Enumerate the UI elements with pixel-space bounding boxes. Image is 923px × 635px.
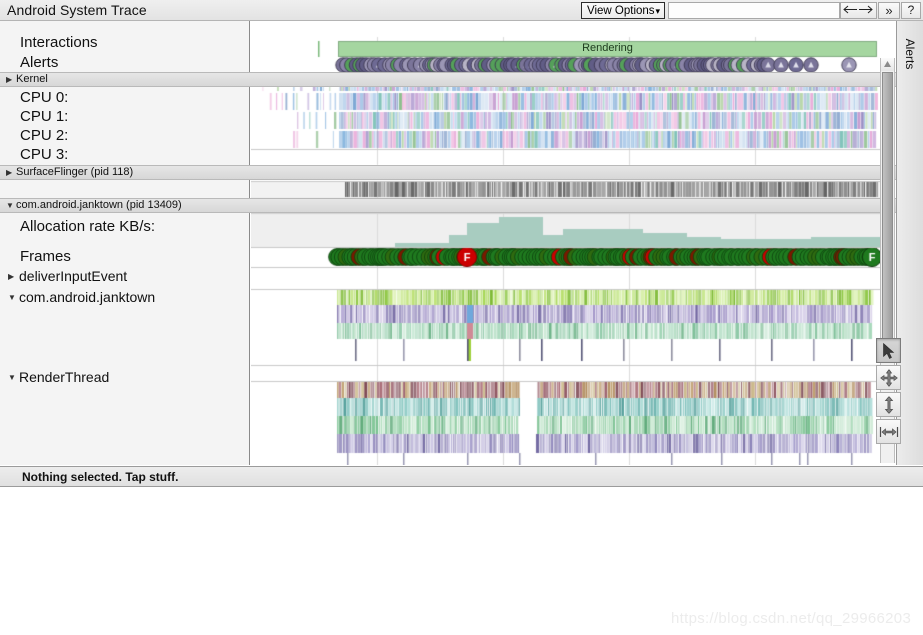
group-label-janktown: com.android.janktown (pid 13409) bbox=[16, 199, 182, 211]
left-right-arrow-icon bbox=[843, 5, 873, 14]
group-header-janktown[interactable]: ▼ com.android.janktown (pid 13409) bbox=[0, 198, 923, 213]
timeline-canvas[interactable] bbox=[251, 21, 880, 465]
expander-triangle-icon: ▶ bbox=[8, 272, 15, 281]
expander-triangle-icon: ▶ bbox=[6, 168, 13, 177]
scrollbar-thumb[interactable] bbox=[882, 72, 893, 357]
renderthread-text: RenderThread bbox=[19, 369, 110, 385]
janktown-thread-text: com.android.janktown bbox=[19, 289, 156, 305]
title-bar: Android System Trace View Options▾ » ? bbox=[0, 0, 923, 21]
group-label-surfaceflinger: SurfaceFlinger (pid 118) bbox=[16, 166, 134, 178]
page-title: Android System Trace bbox=[7, 2, 147, 18]
track-label-column bbox=[0, 21, 250, 465]
deliverinputevent-text: deliverInputEvent bbox=[19, 268, 128, 284]
status-message: Nothing selected. Tap stuff. bbox=[22, 470, 179, 484]
watermark-text: https://blog.csdn.net/qq_29966203 bbox=[671, 610, 912, 627]
cursor-arrow-icon bbox=[882, 342, 894, 359]
zoom-mode-button[interactable] bbox=[876, 392, 901, 417]
alerts-side-tab-label: Alerts bbox=[903, 38, 917, 70]
chevron-down-icon: ▾ bbox=[655, 6, 661, 16]
trace-area: 0 s1 s2 s3 s4 s5 s Interactions Alerts ▶… bbox=[0, 21, 923, 465]
scroll-up-arrow-icon[interactable] bbox=[881, 58, 894, 71]
track-label-renderthread[interactable]: ▼ RenderThread bbox=[0, 369, 258, 385]
search-input[interactable] bbox=[668, 2, 840, 19]
next-button[interactable]: » bbox=[878, 2, 900, 19]
track-label-cpu-1[interactable]: CPU 1: bbox=[0, 108, 270, 125]
status-bar: Nothing selected. Tap stuff. bbox=[0, 466, 923, 487]
expander-triangle-icon: ▼ bbox=[8, 373, 16, 382]
group-header-kernel[interactable]: ▶ Kernel bbox=[0, 72, 923, 87]
four-way-arrow-icon bbox=[880, 369, 897, 386]
nav-arrows-button[interactable] bbox=[840, 2, 877, 19]
expander-triangle-icon: ▶ bbox=[6, 75, 13, 84]
help-button[interactable]: ? bbox=[901, 2, 921, 19]
track-label-cpu-0[interactable]: CPU 0: bbox=[0, 89, 270, 106]
track-label-janktown-thread[interactable]: ▼ com.android.janktown bbox=[0, 289, 258, 305]
track-label-allocation-rate[interactable]: Allocation rate KB/s: bbox=[0, 218, 270, 235]
rendering-band-label: Rendering bbox=[582, 42, 633, 54]
mode-button-group bbox=[876, 338, 901, 446]
track-label-cpu-2[interactable]: CPU 2: bbox=[0, 127, 270, 144]
group-header-surfaceflinger[interactable]: ▶ SurfaceFlinger (pid 118) bbox=[0, 165, 923, 180]
view-options-button[interactable]: View Options▾ bbox=[581, 2, 666, 19]
view-options-label: View Options bbox=[587, 5, 655, 17]
expander-triangle-icon: ▼ bbox=[6, 201, 14, 210]
timing-mode-button[interactable] bbox=[876, 419, 901, 444]
track-label-cpu-3[interactable]: CPU 3: bbox=[0, 146, 270, 163]
track-label-interactions[interactable]: Interactions bbox=[0, 34, 270, 51]
timeline-canvas-column[interactable] bbox=[251, 21, 880, 465]
vertical-double-arrow-icon bbox=[884, 396, 893, 413]
track-label-frames[interactable]: Frames bbox=[0, 248, 270, 265]
horizontal-double-arrow-icon bbox=[879, 426, 898, 437]
group-label-kernel: Kernel bbox=[16, 73, 48, 85]
android-system-trace-window: Android System Trace View Options▾ » ? 0… bbox=[0, 0, 923, 635]
expander-triangle-icon: ▼ bbox=[8, 293, 16, 302]
pan-mode-button[interactable] bbox=[876, 365, 901, 390]
select-mode-button[interactable] bbox=[876, 338, 901, 363]
track-label-deliverinputevent[interactable]: ▶ deliverInputEvent bbox=[0, 268, 258, 284]
track-label-alerts[interactable]: Alerts bbox=[0, 54, 270, 71]
